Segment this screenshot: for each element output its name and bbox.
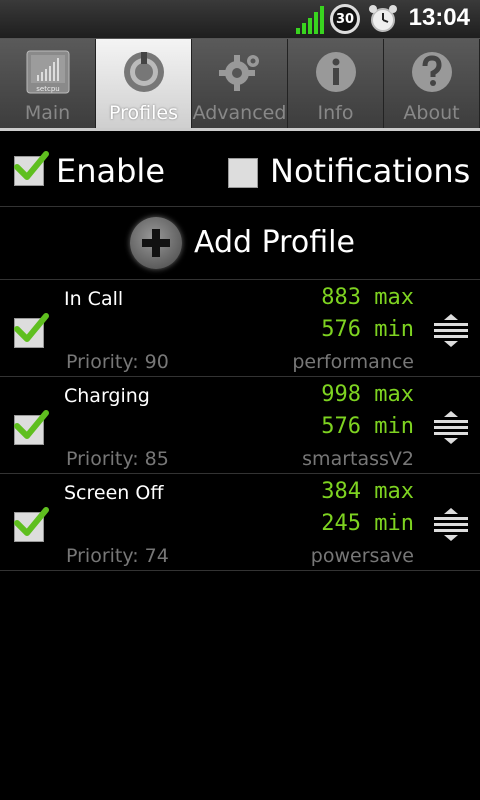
battery-indicator: 30 [330,4,360,34]
checkmark-icon [14,151,49,180]
tab-advanced-label: Advanced [192,102,287,124]
drag-handle-icon[interactable] [432,508,470,542]
profile-max-freq: 998 max [321,382,414,407]
status-bar: 30 13:04 [0,0,480,39]
tab-about-label: About [403,102,460,124]
gear-icon [218,55,259,91]
tab-main-label: Main [24,102,71,124]
profile-checkbox[interactable] [14,507,49,542]
signal-icon [296,6,324,34]
profile-name: In Call [64,288,124,310]
profile-governor: smartassV2 [302,448,414,470]
drag-handle-icon[interactable] [432,314,470,348]
profile-governor: performance [292,351,414,373]
info-icon [315,52,356,92]
tab-advanced[interactable]: Advanced [192,39,288,128]
add-profile-label[interactable]: Add Profile [194,225,355,260]
tab-main[interactable]: setcpu Main [0,39,96,128]
options-row: Enable Notifications [0,132,480,207]
notifications-label[interactable]: Notifications [270,152,470,190]
profile-checkbox[interactable] [14,410,49,445]
plus-icon [142,229,170,257]
profile-priority: Priority: 74 [66,545,169,567]
profile-max-freq: 384 max [321,479,414,504]
profile-governor: powersave [310,545,414,567]
profile-max-freq: 883 max [321,285,414,310]
tab-info[interactable]: Info [288,39,384,128]
add-profile-button[interactable] [130,217,182,269]
profile-priority: Priority: 90 [66,351,169,373]
setcpu-icon: setcpu [26,50,69,94]
drag-handle-icon[interactable] [432,411,470,445]
tab-about[interactable]: About [384,39,480,128]
tab-profiles[interactable]: Profiles [96,39,192,128]
alarm-clock-icon [369,5,397,32]
profile-min-freq: 576 min [321,317,414,342]
add-profile-row[interactable]: Add Profile [0,207,480,280]
profiles-icon [123,52,164,92]
checkmark-icon [14,410,49,439]
setcpu-logo-text: setcpu [36,85,59,93]
profile-name: Charging [64,385,150,407]
profile-min-freq: 245 min [321,511,414,536]
profile-name: Screen Off [64,482,164,504]
profile-checkbox[interactable] [14,313,49,348]
question-icon [411,52,452,92]
notifications-checkbox[interactable] [228,158,258,188]
profile-priority: Priority: 85 [66,448,169,470]
profile-row-screen-off[interactable]: Screen Off 384 max 245 min Priority: 74 … [0,474,480,571]
tab-bar: setcpu Main Profiles Advanced Info About [0,39,480,131]
enable-checkbox[interactable] [14,151,49,186]
profile-row-charging[interactable]: Charging 998 max 576 min Priority: 85 sm… [0,377,480,474]
tab-info-label: Info [317,102,354,124]
checkmark-icon [14,313,49,342]
status-clock: 13:04 [408,4,470,31]
enable-label[interactable]: Enable [56,152,165,190]
profile-min-freq: 576 min [321,414,414,439]
profile-row-in-call[interactable]: In Call 883 max 576 min Priority: 90 per… [0,280,480,377]
checkmark-icon [14,507,49,536]
tab-profiles-label: Profiles [109,102,178,124]
